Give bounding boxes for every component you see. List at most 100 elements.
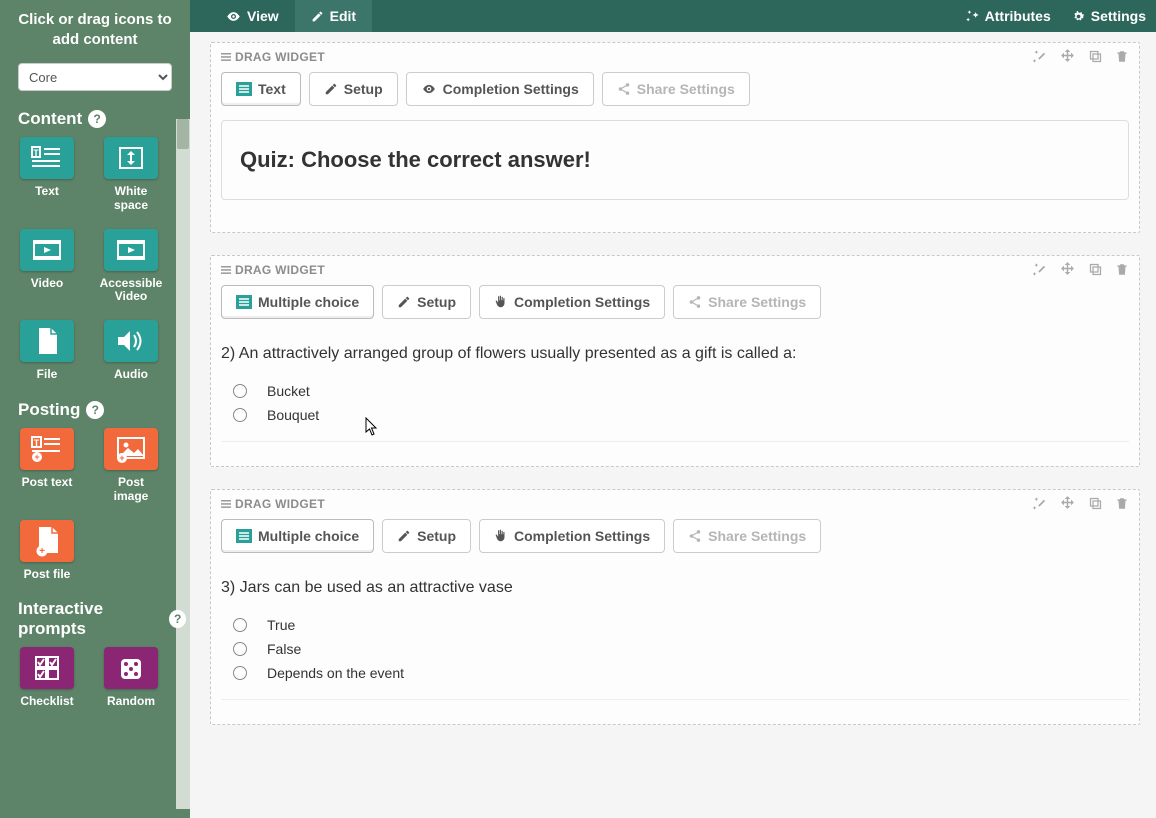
widget-tab-multiple-choice[interactable]: Multiple choice — [221, 285, 374, 319]
widget-tab-setup[interactable]: Setup — [382, 285, 471, 319]
radio-icon[interactable] — [233, 618, 247, 632]
icon-label: Random — [107, 695, 155, 709]
settings-button[interactable]: Settings — [1061, 0, 1156, 32]
topbar: View Edit Attributes Settings — [190, 0, 1156, 32]
section-title: Content ? — [18, 109, 186, 129]
icon-box — [104, 647, 158, 689]
widget-tab-share-settings[interactable]: Share Settings — [602, 72, 750, 106]
icon-box: T — [20, 137, 74, 179]
question-text: 3) Jars can be used as an attractive vas… — [221, 579, 1129, 597]
pencil-icon — [397, 529, 411, 543]
drag-handle[interactable]: DRAG WIDGET — [221, 497, 325, 511]
widget: DRAG WIDGET TextSetupCompletion Settings… — [210, 42, 1140, 233]
section-title: Interactive prompts ? — [18, 599, 186, 639]
widget-tab-share-settings[interactable]: Share Settings — [673, 285, 821, 319]
widget-tab-setup[interactable]: Setup — [382, 519, 471, 553]
widget-icon-checklist[interactable]: Checklist — [16, 647, 78, 709]
radio-icon[interactable] — [233, 384, 247, 398]
pencil-icon — [311, 10, 324, 23]
widget-icon-random[interactable]: Random — [100, 647, 162, 709]
widget-icon-post-image[interactable]: +Post image — [100, 428, 162, 504]
widget-tab-completion-settings[interactable]: Completion Settings — [406, 72, 594, 106]
drag-handle[interactable]: DRAG WIDGET — [221, 50, 325, 64]
widget-icon-post-file[interactable]: +Post file — [16, 520, 78, 582]
icon-box: T+ — [20, 428, 74, 470]
icon-box — [104, 320, 158, 362]
help-icon[interactable]: ? — [88, 110, 106, 128]
sidebar-category-select[interactable]: Core — [18, 63, 172, 91]
trash-icon[interactable] — [1115, 49, 1129, 64]
hand-icon — [494, 294, 508, 310]
move-icon[interactable] — [1059, 496, 1076, 509]
sidebar-header: Click or drag icons to add content — [0, 0, 190, 55]
widget-tab-multiple-choice[interactable]: Multiple choice — [221, 519, 374, 553]
wand-icon — [965, 9, 980, 24]
attributes-button[interactable]: Attributes — [955, 0, 1061, 32]
icon-label: Audio — [114, 368, 148, 382]
drag-handle[interactable]: DRAG WIDGET — [221, 263, 325, 277]
widget-icon-post-text[interactable]: T+ Post text — [16, 428, 78, 504]
svg-text:+: + — [119, 453, 124, 463]
widget-icon-text[interactable]: T Text — [16, 137, 78, 213]
trash-icon[interactable] — [1115, 496, 1129, 511]
widget-icon-accessible-video[interactable]: Accessible Video — [100, 229, 162, 305]
copy-icon[interactable] — [1088, 496, 1103, 511]
icon-label: Checklist — [20, 695, 73, 709]
icon-label: Accessible Video — [100, 277, 163, 305]
copy-icon[interactable] — [1088, 262, 1103, 277]
share-icon — [617, 82, 631, 96]
tab-view[interactable]: View — [210, 0, 295, 32]
content-area: DRAG WIDGET TextSetupCompletion Settings… — [190, 32, 1156, 818]
icon-label: Post text — [22, 476, 73, 490]
sidebar: Click or drag icons to add content Core … — [0, 0, 190, 818]
icon-box — [20, 320, 74, 362]
help-icon[interactable]: ? — [86, 401, 104, 419]
pencil-icon — [324, 82, 338, 96]
widget-icon-white-space[interactable]: White space — [100, 137, 162, 213]
option-row[interactable]: True — [233, 617, 1129, 633]
radio-icon[interactable] — [233, 642, 247, 656]
drag-icon — [221, 52, 231, 62]
icon-box: + — [104, 428, 158, 470]
wand-icon[interactable] — [1032, 49, 1047, 64]
icon-label: File — [37, 368, 58, 382]
eye-icon — [226, 9, 241, 24]
copy-icon[interactable] — [1088, 49, 1103, 64]
icon-box — [104, 137, 158, 179]
list-icon — [236, 82, 252, 96]
text-block[interactable]: Quiz: Choose the correct answer! — [221, 120, 1129, 200]
icon-label: Text — [35, 185, 59, 199]
option-row[interactable]: False — [233, 641, 1129, 657]
move-icon[interactable] — [1059, 49, 1076, 62]
section-title: Posting ? — [18, 400, 186, 420]
radio-icon[interactable] — [233, 408, 247, 422]
question-text: 2) An attractively arranged group of flo… — [221, 345, 1129, 363]
icon-box — [20, 229, 74, 271]
pencil-icon — [397, 295, 411, 309]
move-icon[interactable] — [1059, 262, 1076, 275]
widget-icon-file[interactable]: File — [16, 320, 78, 382]
share-icon — [688, 295, 702, 309]
option-row[interactable]: Bouquet — [233, 407, 1129, 423]
widget-tab-setup[interactable]: Setup — [309, 72, 398, 106]
widget-icon-audio[interactable]: Audio — [100, 320, 162, 382]
icon-label: Video — [31, 277, 63, 291]
widget-tab-completion-settings[interactable]: Completion Settings — [479, 519, 665, 553]
radio-icon[interactable] — [233, 666, 247, 680]
help-icon[interactable]: ? — [169, 610, 186, 628]
tab-edit[interactable]: Edit — [295, 0, 372, 32]
hand-icon — [494, 528, 508, 544]
wand-icon[interactable] — [1032, 262, 1047, 277]
svg-text:+: + — [34, 452, 39, 462]
wand-icon[interactable] — [1032, 496, 1047, 511]
widget-tab-completion-settings[interactable]: Completion Settings — [479, 285, 665, 319]
option-row[interactable]: Depends on the event — [233, 665, 1129, 681]
widget-tab-text[interactable]: Text — [221, 72, 301, 106]
drag-icon — [221, 265, 231, 275]
option-row[interactable]: Bucket — [233, 383, 1129, 399]
widget-icon-video[interactable]: Video — [16, 229, 78, 305]
list-icon — [236, 295, 252, 309]
trash-icon[interactable] — [1115, 262, 1129, 277]
widget-tab-share-settings[interactable]: Share Settings — [673, 519, 821, 553]
list-icon — [236, 529, 252, 543]
